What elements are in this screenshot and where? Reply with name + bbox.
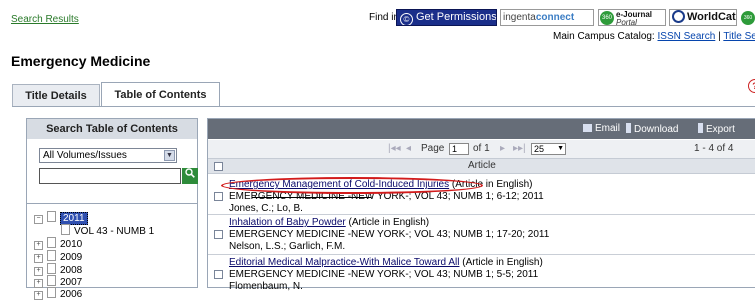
search-icon[interactable] [182, 168, 198, 184]
email-icon [583, 124, 592, 132]
tree-item-2009[interactable]: +2009 [34, 250, 82, 264]
worldcat-button[interactable]: WorldCat [669, 9, 737, 26]
tree-item-2006[interactable]: +2006 [34, 287, 82, 301]
worldcat-label: WorldCat [687, 11, 736, 23]
strikethrough-annotation [252, 197, 371, 198]
highlight-circle-annotation [221, 177, 483, 194]
search-results-link[interactable]: Search Results [11, 14, 79, 25]
volume-tree: −2011 VOL 43 - NUMB 1 +2010 +2009 +2008 … [26, 203, 198, 300]
per-page-select[interactable]: 25 ▼ [531, 143, 566, 155]
ejournal-logo-icon: 360 [600, 11, 614, 25]
article-authors: Jones, C.; Lo, B. [229, 203, 303, 214]
expand-icon[interactable]: + [34, 291, 43, 300]
row-checkbox[interactable] [214, 192, 223, 201]
table-row: Inhalation of Baby Powder (Article in En… [208, 215, 755, 255]
export-button[interactable]: Export [698, 123, 735, 135]
results-panel: Email Download Export |◂◂ ◂ Page 1 of 1 … [207, 118, 755, 292]
page-label: Page [421, 143, 445, 154]
last-page-icon[interactable]: ▸▸| [513, 140, 526, 158]
article-title-link[interactable]: Inhalation of Baby Powder [229, 217, 346, 228]
article-title-link[interactable]: Editorial Medical Malpractice-With Malic… [229, 257, 459, 268]
row-checkbox[interactable] [214, 230, 223, 239]
pagination-bar: |◂◂ ◂ Page 1 of 1 ▸ ▸▸| 25 ▼ 1 - 4 of 4 [208, 140, 755, 158]
page-count: of 1 [473, 143, 490, 154]
toc-search-input[interactable] [39, 168, 181, 184]
email-label: Email [595, 123, 621, 134]
issn-search-link[interactable]: ISSN Search [658, 31, 716, 42]
ingenta-suffix: connect [535, 12, 575, 23]
folder-icon [47, 263, 56, 274]
chevron-down-icon: ▼ [164, 150, 175, 161]
search-toc-heading: Search Table of Contents [27, 119, 197, 139]
catalog-links: Main Campus Catalog: ISSN Search | Title… [553, 31, 755, 42]
tab-divider [12, 106, 755, 107]
ingenta-prefix: ingenta [503, 12, 536, 23]
help-icon[interactable]: ? [748, 79, 755, 93]
seo-link-button[interactable]: 360 [741, 9, 755, 26]
tree-item-label[interactable]: 2010 [60, 239, 82, 250]
download-label: Download [634, 124, 679, 135]
select-all-checkbox[interactable] [214, 162, 223, 171]
tree-item-label[interactable]: VOL 43 - NUMB 1 [74, 226, 154, 237]
column-header-article: Article [468, 160, 496, 171]
folder-icon [47, 250, 56, 261]
folder-icon [47, 237, 56, 248]
download-button[interactable]: Download [626, 123, 678, 135]
expand-icon[interactable]: + [34, 254, 43, 263]
title-search-link[interactable]: Title Searc [723, 31, 755, 42]
get-permissions-label: Get Permissions [416, 11, 497, 23]
first-page-icon[interactable]: |◂◂ [388, 140, 401, 158]
next-page-icon[interactable]: ▸ [500, 140, 505, 158]
download-icon [626, 123, 631, 133]
article-authors: Flomenbaum, N. [229, 281, 303, 292]
catalog-prefix: Main Campus Catalog: [553, 31, 655, 42]
copyright-icon: © [400, 13, 413, 25]
ejournal-portal-button[interactable]: 360 e-Journal Portal [598, 9, 666, 26]
prev-page-icon[interactable]: ◂ [406, 140, 411, 158]
folder-icon [47, 287, 56, 298]
collapse-icon[interactable]: − [34, 215, 43, 224]
article-authors: Nelson, L.S.; Garlich, F.M. [229, 241, 346, 252]
volume-issue-select[interactable]: All Volumes/Issues ▼ [39, 148, 177, 163]
tab-title-details[interactable]: Title Details [12, 84, 100, 106]
tree-item-label[interactable]: 2006 [60, 289, 82, 300]
results-toolbar: Email Download Export [208, 119, 755, 139]
page-number-input[interactable]: 1 [449, 143, 469, 155]
article-language: (Article in English) [462, 257, 543, 268]
per-page-value: 25 [534, 144, 545, 154]
catalog-separator: | [718, 31, 721, 42]
folder-icon [47, 275, 56, 286]
tab-table-of-contents[interactable]: Table of Contents [101, 82, 220, 107]
tree-item-label[interactable]: 2009 [60, 252, 82, 263]
page-title: Emergency Medicine [11, 53, 151, 69]
document-icon [61, 224, 70, 235]
tree-item-2011[interactable]: −2011 [34, 211, 88, 225]
export-icon [698, 123, 703, 133]
article-citation: EMERGENCY MEDICINE -NEW YORK-; VOL 43; N… [229, 269, 539, 280]
tree-item-2010[interactable]: +2010 [34, 237, 82, 251]
row-checkbox[interactable] [214, 270, 223, 279]
column-header-row: Article [208, 158, 755, 174]
export-label: Export [706, 124, 735, 135]
folder-icon [47, 211, 56, 222]
email-button[interactable]: Email [583, 123, 620, 134]
volume-select-value: All Volumes/Issues [43, 150, 127, 161]
ejournal-portal-label: Portal [616, 18, 637, 26]
tree-item-issue[interactable]: VOL 43 - NUMB 1 [61, 224, 154, 238]
worldcat-logo-icon [672, 10, 685, 23]
table-row: Editorial Medical Malpractice-With Malic… [208, 255, 755, 295]
expand-icon[interactable]: + [34, 241, 43, 250]
results-range: 1 - 4 of 4 [694, 143, 734, 154]
chevron-down-icon: ▼ [557, 145, 564, 152]
article-language: (Article in English) [348, 217, 430, 228]
article-citation: EMERGENCY MEDICINE -NEW YORK-; VOL 43; N… [229, 229, 550, 240]
seo-logo-icon: 360 [741, 11, 755, 25]
get-permissions-button[interactable]: © Get Permissions [396, 9, 497, 26]
ingentaconnect-button[interactable]: ingentaconnect [500, 9, 594, 26]
